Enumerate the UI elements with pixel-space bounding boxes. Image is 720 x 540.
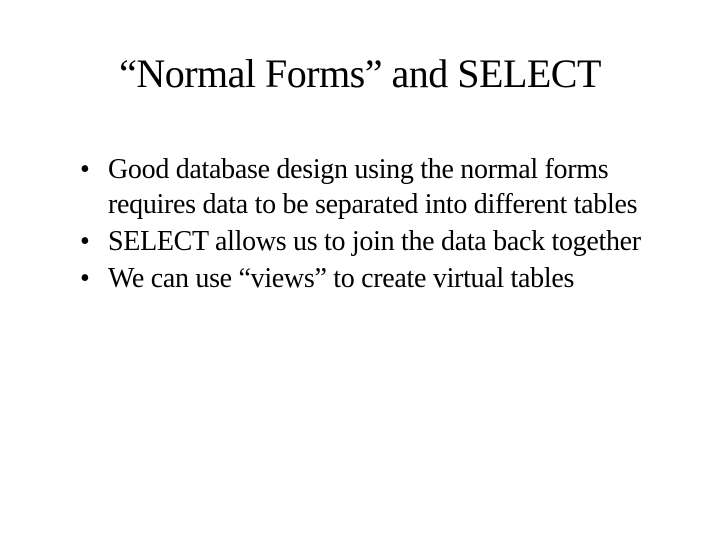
slide: “Normal Forms” and SELECT Good database … — [0, 0, 720, 540]
bullet-list: Good database design using the normal fo… — [60, 152, 660, 296]
list-item: SELECT allows us to join the data back t… — [80, 224, 660, 259]
list-item: Good database design using the normal fo… — [80, 152, 660, 222]
slide-title: “Normal Forms” and SELECT — [60, 50, 660, 97]
list-item: We can use “views” to create virtual tab… — [80, 261, 660, 296]
